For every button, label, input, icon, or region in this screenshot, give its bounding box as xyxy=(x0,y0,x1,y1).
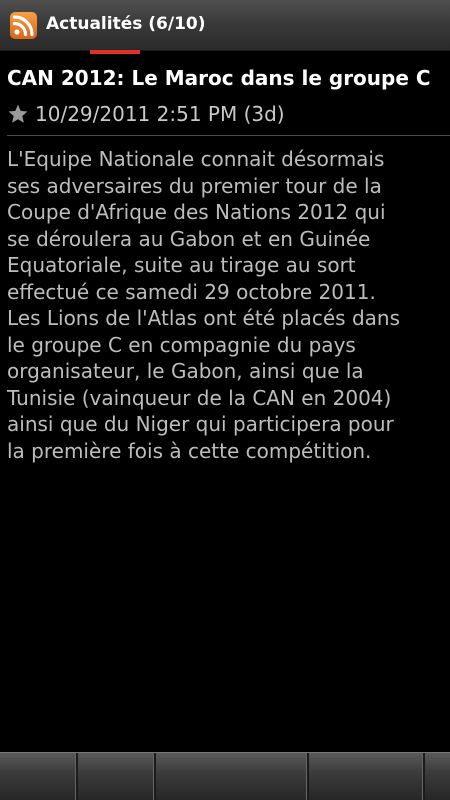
article-body-line: ses adversaires du premier tour de la xyxy=(7,173,382,198)
bottom-tab-1[interactable] xyxy=(0,753,78,800)
star-icon[interactable] xyxy=(7,103,29,125)
article-body-line: ainsi que du Niger qui participera pour xyxy=(7,412,394,436)
article-body-line: organisateur, le Gabon, ainsi que la xyxy=(7,359,364,383)
bottom-tab-5[interactable] xyxy=(425,753,448,800)
article-body-line: effectué ce samedi 29 octobre 2011. xyxy=(7,279,376,304)
bottom-tab-3[interactable] xyxy=(156,753,309,800)
bottom-tab-bar xyxy=(0,752,450,800)
article-title: CAN 2012: Le Maroc dans le groupe C xyxy=(7,66,431,90)
bottom-tab-2[interactable] xyxy=(78,753,156,800)
article-body-line: se déroulera au Gabon et en Guinée xyxy=(7,226,371,251)
divider xyxy=(7,135,450,136)
article-date: 10/29/2011 2:51 PM (3d) xyxy=(35,102,285,126)
article-body: L'Equipe Nationale connait désormais ses… xyxy=(7,146,450,496)
article-body-line: Tunisie (vainqueur de la CAN en 2004) xyxy=(7,385,392,410)
title-accent-bar xyxy=(90,50,140,54)
article-body-line: la première fois à cette compétition. xyxy=(7,438,372,463)
article-body-line: Coupe d'Afrique des Nations 2012 qui xyxy=(7,200,386,224)
article-body-line: Equatoriale, suite au tirage au sort xyxy=(7,253,356,277)
article-body-line: L'Equipe Nationale connait désormais xyxy=(7,147,385,171)
rss-icon xyxy=(10,12,37,39)
title-bar: Actualités (6/10) xyxy=(0,0,450,51)
article-body-line: Les Lions de l'Atlas ont été placés dans xyxy=(7,306,400,330)
article-body-line: le groupe C en compagnie du pays xyxy=(7,332,356,357)
bottom-tab-4[interactable] xyxy=(309,753,425,800)
app-title: Actualités (6/10) xyxy=(46,14,206,34)
